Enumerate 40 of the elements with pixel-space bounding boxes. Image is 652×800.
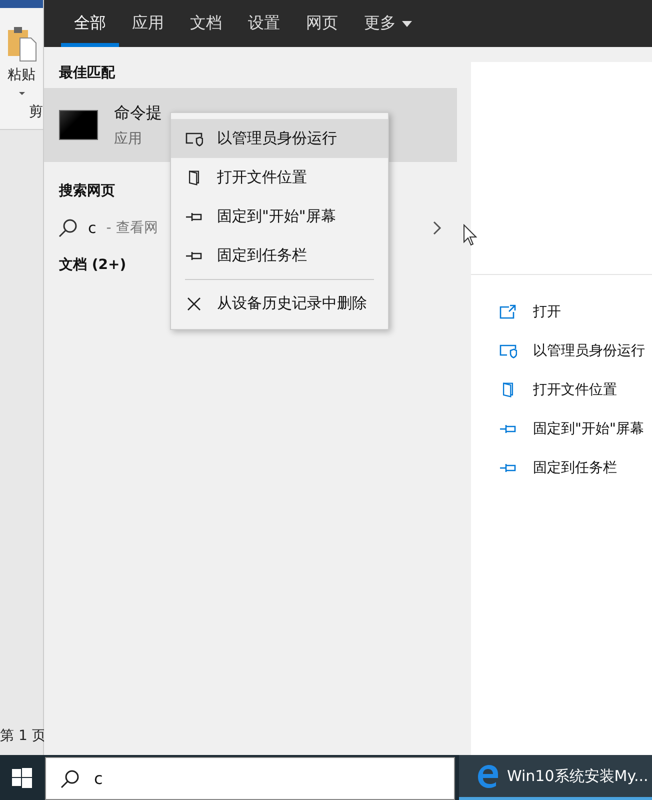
terminal-icon [59,110,98,140]
section-heading: 最佳匹配 [59,64,115,83]
menu-item[interactable]: 以管理员身份运行 [171,119,388,158]
search-icon [58,218,78,238]
section-heading: 文档 (2+) [59,256,126,275]
action-link[interactable]: 固定到"开始"屏幕 [499,409,652,448]
close-icon [185,296,203,312]
shield-window-icon [185,130,203,146]
app-name: 命令提 [114,102,162,124]
search-icon [60,768,80,788]
page-status: 第 1 页 [0,727,43,746]
query-text: c [88,219,96,237]
windows-logo-icon[interactable] [12,768,32,788]
menu-item[interactable]: 从设备历史记录中删除 [171,284,388,323]
action-link[interactable]: 打开文件位置 [499,370,652,409]
shield-window-icon [499,342,517,358]
section-heading: 搜索网页 [59,182,115,201]
tab[interactable]: 应用 [119,0,177,47]
clipboard-icon [6,26,38,62]
browser-e-icon [475,763,501,789]
paste-label[interactable]: 粘贴 [8,66,36,84]
tab[interactable]: 设置 [235,0,293,47]
tab[interactable]: 全部 [61,0,119,47]
caret-icon [18,92,24,95]
title-bar [0,0,43,8]
action-link[interactable]: 以管理员身份运行 [499,331,652,370]
chevron-right-icon[interactable] [432,221,442,235]
search-field[interactable]: c [45,757,455,800]
taskbar-app[interactable]: Win10系统安装My... [459,755,652,800]
menu-item[interactable]: 固定到"开始"屏幕 [171,197,388,236]
group-label: 剪 [29,103,43,121]
action-link[interactable]: 打开 [499,292,652,331]
web-search-hint: - 查看网 [106,219,159,237]
tab[interactable]: 网页 [293,0,351,47]
tab[interactable]: 更多 [351,0,425,47]
action-link[interactable]: 固定到任务栏 [499,448,652,487]
open-external-icon [499,304,517,320]
tab[interactable]: 文档 [177,0,235,47]
menu-item[interactable]: 固定到任务栏 [171,236,388,275]
app-type: 应用 [114,130,143,148]
